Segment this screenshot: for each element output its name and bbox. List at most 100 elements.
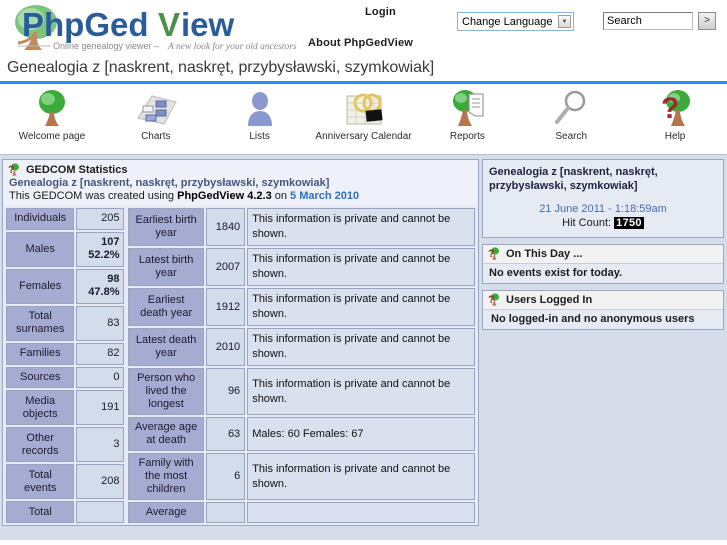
- hit-count-value: 1750: [614, 217, 644, 229]
- stat-value: 0: [76, 366, 125, 389]
- stat-value: [205, 502, 246, 523]
- table-row: Total: [6, 501, 125, 523]
- stat-value: 191: [76, 390, 125, 426]
- stat-value: 98 47.8%: [76, 268, 125, 304]
- help-book-icon[interactable]: ?: [488, 247, 500, 260]
- welcome-block-body: 21 June 2011 - 1:18:59am Hit Count: 1750: [483, 195, 723, 237]
- nav-label-charts: Charts: [141, 131, 171, 142]
- table-row: Females 98 47.8%: [6, 268, 125, 304]
- table-row: Other records 3: [6, 427, 125, 463]
- nav-item-search[interactable]: Search: [519, 88, 623, 142]
- gedcom-created-on: on: [271, 190, 291, 202]
- on-this-day-header: ? On This Day ...: [483, 245, 723, 264]
- statistics-tables: Individuals 205 Males 107 52.2% Females: [3, 206, 478, 525]
- stat-label: Earliest birth year: [128, 208, 204, 246]
- stat-label: Person who lived the longest: [128, 368, 204, 415]
- gedcom-statistics-header: ? GEDCOM Statistics Genealogia z [naskre…: [3, 160, 478, 206]
- on-this-day-body: No events exist for today.: [489, 267, 623, 279]
- svg-text:?: ?: [8, 164, 15, 176]
- users-logged-in-header: ? Users Logged In: [483, 291, 723, 310]
- gedcom-statistics-panel: ? GEDCOM Statistics Genealogia z [naskre…: [2, 159, 479, 526]
- users-logged-in-block: ? Users Logged In No logged-in and no an…: [482, 290, 724, 330]
- stat-value: 107 52.2%: [76, 231, 125, 267]
- stat-value: 2010: [205, 328, 246, 366]
- left-column: ? GEDCOM Statistics Genealogia z [naskre…: [0, 155, 481, 526]
- stat-note: This information is private and cannot b…: [247, 328, 475, 366]
- logo-tagline: Online genealogy viewer –: [53, 41, 159, 51]
- stat-label: Total events: [6, 464, 75, 500]
- nav-item-anniversary-calendar[interactable]: Anniversary Calendar: [312, 88, 416, 142]
- stat-label: Latest birth year: [128, 248, 204, 286]
- stat-label: Media objects: [6, 390, 75, 426]
- gedcom-statistics-title: GEDCOM Statistics: [26, 163, 128, 176]
- gedcom-created-line: This GEDCOM was created using PhpGedView…: [9, 190, 473, 202]
- chart-icon: [136, 95, 177, 125]
- table-row: Average age at death 63 Males: 60 Female…: [128, 417, 475, 451]
- help-book-icon[interactable]: ?: [488, 293, 500, 306]
- table-row: Family with the most children 6 This inf…: [128, 453, 475, 500]
- gedcom-version: PhpGedView 4.2.3: [177, 190, 272, 202]
- chevron-down-icon: ▼: [558, 15, 571, 28]
- svg-text:?: ?: [661, 92, 679, 125]
- stat-value-percent: 47.8%: [88, 286, 120, 299]
- stat-label: Total surnames: [6, 305, 75, 341]
- table-row: Total events 208: [6, 464, 125, 500]
- gedcom-created-date: 5 March 2010: [290, 190, 360, 202]
- stat-value-count: 98: [107, 273, 120, 286]
- stat-label: Other records: [6, 427, 75, 463]
- stat-value: 6: [205, 453, 246, 500]
- welcome-block: Genealogia z [naskrent, naskręt, przybys…: [482, 159, 724, 238]
- gedcom-created-prefix: This GEDCOM was created using: [9, 190, 178, 202]
- help-icon: ?: [661, 90, 691, 126]
- stat-value-percent: 52.2%: [88, 249, 120, 262]
- stat-label: Latest death year: [128, 328, 204, 366]
- stat-value: 82: [76, 342, 125, 365]
- stat-label: Individuals: [6, 208, 75, 230]
- change-language-select[interactable]: Change Language ▼: [457, 12, 574, 31]
- stat-label: Family with the most children: [128, 453, 204, 500]
- nav-item-lists[interactable]: Lists: [208, 88, 312, 142]
- stat-value-count: 107: [101, 236, 120, 249]
- about-link[interactable]: About PhpGedView: [308, 37, 413, 49]
- magnifier-icon: [555, 90, 586, 124]
- on-this-day-title: On This Day ...: [506, 247, 583, 260]
- main-navigation: Welcome page Charts Lists Anniversary Ca…: [0, 84, 727, 154]
- table-row: Total surnames 83: [6, 305, 125, 341]
- table-row: Males 107 52.2%: [6, 231, 125, 267]
- stat-value: 83: [76, 305, 125, 341]
- search-submit-button[interactable]: >: [698, 12, 716, 30]
- nav-item-reports[interactable]: Reports: [415, 88, 519, 142]
- nav-item-charts[interactable]: Charts: [104, 88, 208, 142]
- stat-label: Sources: [6, 366, 75, 389]
- svg-text:iew: iew: [181, 6, 235, 43]
- current-datetime: 21 June 2011 - 1:18:59am: [539, 203, 667, 215]
- search-input[interactable]: [603, 12, 693, 30]
- table-row: Latest death year 2010 This information …: [128, 328, 475, 366]
- svg-text:V: V: [158, 6, 180, 43]
- nav-item-help[interactable]: ? Help: [623, 88, 727, 142]
- site-logo[interactable]: PhpGed V iew Online genealogy viewer – A…: [8, 2, 298, 54]
- top-header: PhpGed V iew Online genealogy viewer – A…: [0, 0, 727, 56]
- statistics-table-counts: Individuals 205 Males 107 52.2% Females: [4, 206, 126, 525]
- help-book-icon[interactable]: ?: [8, 163, 20, 176]
- gedcom-statistics-title-row: ? GEDCOM Statistics: [8, 163, 473, 176]
- users-logged-in-body: No logged-in and no anonymous users: [491, 313, 695, 325]
- svg-text:A new look for your old ancest: A new look for your old ancestors: [167, 41, 297, 52]
- calendar-icon: [346, 93, 383, 125]
- table-row: Earliest death year 1912 This informatio…: [128, 288, 475, 326]
- stat-note: [247, 502, 475, 523]
- stat-value: 3: [76, 427, 125, 463]
- nav-label-reports: Reports: [449, 131, 485, 142]
- nav-label-welcome-page: Welcome page: [18, 131, 86, 142]
- table-row: Individuals 205: [6, 208, 125, 230]
- stat-value: 2007: [205, 248, 246, 286]
- nav-item-welcome-page[interactable]: Welcome page: [0, 88, 104, 142]
- logo-graphic: PhpGed V iew Online genealogy viewer – A…: [15, 5, 297, 52]
- table-row: Latest birth year 2007 This information …: [128, 248, 475, 286]
- stat-label: Average age at death: [128, 417, 204, 451]
- hit-count-line: Hit Count: 1750: [489, 217, 717, 229]
- stat-note: This information is private and cannot b…: [247, 208, 475, 246]
- login-link[interactable]: Login: [365, 6, 396, 18]
- svg-text:PhpGed: PhpGed: [22, 6, 149, 43]
- svg-text:?: ?: [488, 248, 495, 260]
